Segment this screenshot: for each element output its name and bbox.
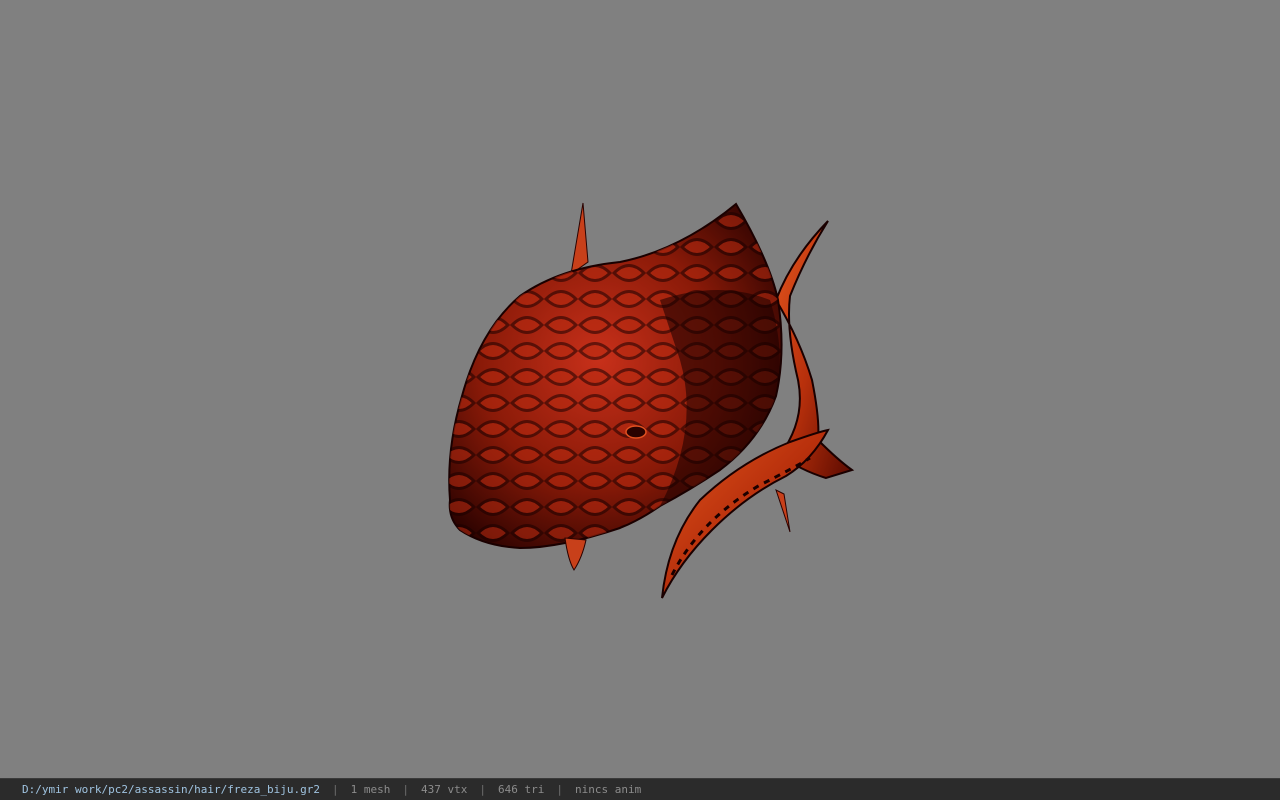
triangle-count: 646 tri	[498, 783, 545, 796]
3d-viewport[interactable]	[0, 0, 1280, 778]
vertex-count: 437 vtx	[421, 783, 468, 796]
status-separator: |	[332, 783, 339, 796]
mesh-count: 1 mesh	[350, 783, 391, 796]
animation-status: nincs anim	[574, 783, 642, 796]
status-separator: |	[556, 783, 563, 796]
status-bar: D:/ymir work/pc2/assassin/hair/freza_bij…	[0, 778, 1280, 800]
snake-head-model-icon[interactable]	[0, 0, 1280, 778]
spike-top	[570, 202, 589, 276]
snake-eye-icon	[625, 425, 647, 439]
status-separator: |	[402, 783, 410, 796]
file-path: D:/ymir work/pc2/assassin/hair/freza_bij…	[22, 783, 321, 796]
status-separator: |	[479, 783, 486, 796]
spike-bottom	[564, 537, 587, 571]
